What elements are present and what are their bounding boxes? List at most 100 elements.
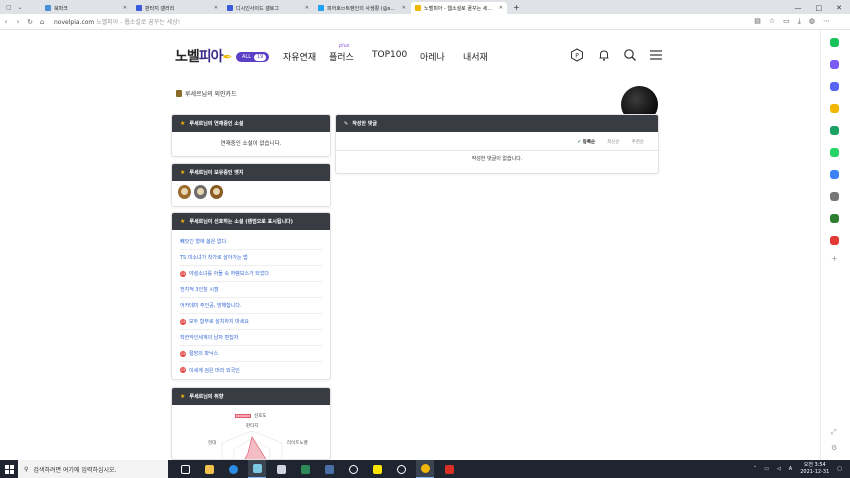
ime-icon[interactable]: A	[789, 466, 792, 472]
app-circle-icon[interactable]	[392, 460, 410, 478]
network-icon[interactable]: ▭	[764, 466, 769, 472]
close-tab-icon[interactable]: ✕	[499, 5, 503, 11]
maximize-button[interactable]: □	[816, 2, 823, 14]
list-item[interactable]: 19 모두 함부로 설치하지 마세요	[180, 314, 322, 330]
app-camera-icon[interactable]	[344, 460, 362, 478]
app-blue-icon[interactable]	[320, 460, 338, 478]
list-item[interactable]: 어카데미 주인공, 방해합니다.	[180, 298, 322, 314]
sidebar-expand-icon[interactable]: ⤢	[831, 428, 837, 437]
novelpia-app-icon[interactable]	[416, 460, 434, 478]
url-host: novelpia.com	[54, 19, 95, 26]
volume-icon[interactable]: ◁	[777, 466, 781, 472]
search-icon[interactable]	[623, 48, 637, 62]
url-field[interactable]: novelpia.com 노벨피아 - 웹소설로 꿈꾸는 세상!	[54, 17, 180, 26]
nav-my-library[interactable]: 내서재	[463, 50, 488, 63]
bookmark-favicon-icon	[45, 5, 51, 11]
tab-novelpia[interactable]: 노벨피아 - 웹소설로 꿈꾸는 세... ✕	[411, 2, 507, 14]
task-view-icon[interactable]	[176, 460, 194, 478]
nav-top100[interactable]: TOP100	[372, 50, 407, 60]
list-item[interactable]: 19 절망의 파닉스	[180, 346, 322, 362]
list-item[interactable]: TS 미소녀가 착가로 살아가는 법	[180, 250, 322, 266]
sort-latest[interactable]: 최신순	[607, 139, 619, 145]
close-tab-icon[interactable]: ✕	[305, 5, 309, 11]
card-header: ✎ 작성한 댓글	[336, 115, 658, 132]
point-icon[interactable]: P	[570, 48, 584, 62]
close-tab-icon[interactable]: ✕	[402, 5, 406, 11]
silver-badge-icon[interactable]	[194, 185, 207, 199]
all-filter-badge[interactable]: ALL 19	[236, 52, 270, 62]
search-icon: ⚲	[24, 465, 29, 473]
taskbar-search[interactable]: ⚲ 검색하려면 여기에 입력하십시오.	[18, 460, 168, 478]
forward-icon[interactable]: ›	[12, 18, 24, 26]
explorer-icon[interactable]	[200, 460, 218, 478]
edge-icon[interactable]	[224, 460, 242, 478]
sidebar-app-gray-icon[interactable]	[830, 192, 839, 201]
whale-browser-icon[interactable]	[248, 460, 266, 478]
nav-arena[interactable]: 아레나	[420, 50, 445, 63]
list-item[interactable]: 19 이세계 검은 머리 외국인	[180, 362, 322, 378]
tab-bookmark[interactable]: 북마크 ✕	[41, 2, 131, 14]
close-window-button[interactable]: ✕	[836, 2, 842, 14]
reader-icon[interactable]: ▤	[754, 17, 761, 26]
tab-twitter[interactable]: 피어호ㅂ트렌인의 사생활 (@s... ✕	[314, 2, 410, 14]
address-bar: ‹ › ↻ ⌂ novelpia.com 노벨피아 - 웹소설로 꿈꾸는 세상!…	[0, 14, 850, 30]
list-item[interactable]: 빼앗긴 형에 봄은 없다.	[180, 234, 322, 250]
star-icon: ★	[180, 393, 186, 400]
logo-main-text: 노벨	[175, 49, 200, 65]
app-gray-icon[interactable]	[272, 460, 290, 478]
bell-icon[interactable]	[597, 48, 611, 62]
sidebar-app-blue-icon[interactable]	[830, 170, 839, 179]
bookmark-star-icon[interactable]: ☆	[769, 17, 775, 26]
sidebar-app-green-icon[interactable]	[830, 126, 839, 135]
sort-recommended[interactable]: 추천순	[632, 139, 644, 145]
badge-list	[172, 181, 330, 203]
clock[interactable]: 오전 3:54 2021-12-31	[800, 462, 829, 476]
sidebar-app-red-icon[interactable]	[830, 236, 839, 245]
sidebar-app-yellow-icon[interactable]	[830, 104, 839, 113]
taste-card: ★ 루세르님의 취향 선호도 판타지 라이트노벨 현대	[171, 387, 331, 460]
sidebar-settings-icon[interactable]: ⚙	[831, 444, 837, 452]
notification-icon[interactable]: ▢	[837, 466, 842, 472]
download-icon[interactable]: ⤓	[798, 17, 801, 26]
sidebar-app-whatsapp-icon[interactable]	[830, 148, 839, 157]
home-icon[interactable]: ⌂	[36, 18, 48, 26]
profile-icon[interactable]: ◍	[809, 17, 815, 26]
sidebar-app-naver-icon[interactable]	[830, 38, 839, 47]
sort-registered[interactable]: 등록순	[577, 139, 595, 145]
list-item[interactable]: 전지적 3인칭 시점	[180, 282, 322, 298]
sidebar-add-icon[interactable]: +	[831, 254, 838, 263]
app-red-icon[interactable]	[440, 460, 458, 478]
tab-fantasy-gallery[interactable]: 판타지 갤러리 ✕	[132, 2, 222, 14]
tab-label: 디시인사이드 갤로그	[236, 5, 279, 12]
radar-preference-shape	[244, 436, 267, 459]
star-icon: ★	[180, 120, 186, 127]
menu-dots-icon[interactable]: ⋯	[823, 17, 830, 26]
reload-icon[interactable]: ↻	[24, 18, 36, 26]
sidebar-app-discord-icon[interactable]	[830, 82, 839, 91]
nav-free-serial[interactable]: 자유연재	[283, 50, 316, 63]
new-tab-button[interactable]: +	[507, 2, 526, 14]
close-tab-icon[interactable]: ✕	[214, 5, 218, 11]
tab-dcinside-gallog[interactable]: 디시인사이드 갤로그 ✕	[223, 2, 313, 14]
gold-badge-icon[interactable]	[210, 185, 223, 199]
sidebar-app-dark-green-icon[interactable]	[830, 214, 839, 223]
list-item[interactable]: 19 야설소녀를 아들 속 하렘보스가 되었다	[180, 266, 322, 282]
kakaotalk-icon[interactable]	[368, 460, 386, 478]
app-green-icon[interactable]	[296, 460, 314, 478]
back-icon[interactable]: ‹	[0, 18, 12, 26]
bronze-badge-icon[interactable]	[178, 185, 191, 199]
hamburger-menu-icon[interactable]	[649, 48, 663, 62]
sidebar-app-purple-icon[interactable]	[830, 60, 839, 69]
novelpia-logo[interactable]: 노벨피아✒	[175, 46, 233, 66]
list-item[interactable]: 착한악인세계의 남자 편집자	[180, 330, 322, 346]
favorite-novel-list: 빼앗긴 형에 봄은 없다. TS 미소녀가 착가로 살아가는 법 19 야설소녀…	[172, 230, 330, 378]
tray-chevron-icon[interactable]: ˄	[754, 466, 757, 472]
minimize-button[interactable]: —	[795, 2, 802, 14]
close-tab-icon[interactable]: ✕	[123, 5, 127, 11]
tab-menu-icon[interactable]: ▢	[6, 2, 12, 14]
tablet-icon[interactable]: ▭	[783, 17, 790, 26]
nav-plus[interactable]: 플러스	[329, 50, 354, 63]
novel-title: TS 미소녀가 착가로 살아가는 법	[180, 255, 248, 261]
start-button[interactable]	[0, 460, 18, 478]
tab-dropdown-icon[interactable]: ⌄	[18, 2, 23, 14]
